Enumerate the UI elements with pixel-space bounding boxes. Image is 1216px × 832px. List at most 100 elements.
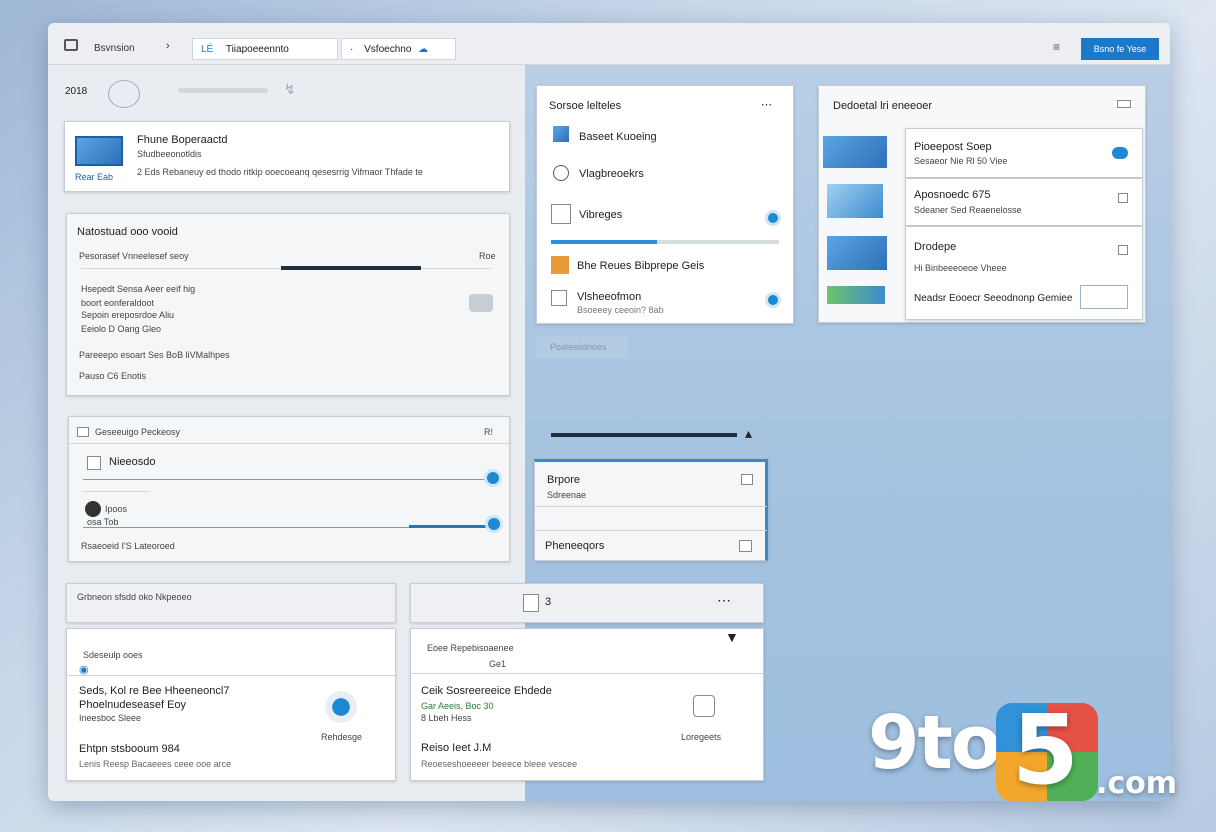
feature-card[interactable]: Rear Eab Fhune Boperaactd Sfudbeeonotldi… bbox=[64, 121, 510, 192]
toggles-separator bbox=[83, 491, 149, 492]
folder-icon bbox=[551, 256, 569, 274]
detail-footer: Reiso Ieet J.M bbox=[421, 742, 492, 754]
feature-tag: Rear Eab bbox=[75, 172, 114, 182]
toggle-knob-2[interactable] bbox=[485, 515, 503, 533]
dashboard-item-title: Aposnoedc 675 bbox=[914, 189, 991, 201]
settings-list-item: Hsepedt Sensa Aeer eeif hig bbox=[81, 284, 196, 294]
ghost-button-label: Poaleeiidnoes bbox=[550, 342, 607, 352]
detail-header: Eoee Repebisoaenee bbox=[427, 643, 514, 653]
refresh-icon[interactable] bbox=[108, 80, 140, 108]
window-menu-icon[interactable]: ≡ bbox=[1053, 40, 1060, 54]
settings-icon[interactable] bbox=[1118, 193, 1128, 203]
checkbox-icon[interactable] bbox=[77, 427, 89, 437]
dashboard-item-sub: Hi Binbeeeoeoe Vheee bbox=[914, 263, 1007, 273]
options-card: Brpore Sdreenae Pheneeqors bbox=[534, 459, 768, 561]
tab-1[interactable]: LÉ Tiiapoeeennto bbox=[192, 38, 338, 60]
search-card[interactable]: Grbneon sfsdd oko Nkpeoeo bbox=[66, 583, 396, 623]
item-checkbox[interactable] bbox=[87, 456, 101, 470]
options-divider bbox=[535, 530, 767, 531]
document-icon bbox=[551, 204, 571, 224]
watermark-five: 5 bbox=[1012, 694, 1079, 806]
file-icon bbox=[551, 290, 567, 306]
primary-action-button[interactable]: Bsno fe Yese bbox=[1081, 38, 1159, 60]
settings-title: Natostuad ooo vooid bbox=[77, 226, 178, 238]
filter-icon[interactable]: ↯ bbox=[284, 81, 296, 98]
detail-title: Ceik Sosreereeice Ehdede bbox=[421, 685, 552, 697]
avatar bbox=[85, 501, 101, 517]
tab-2[interactable]: · Vsfoechno ☁ bbox=[341, 38, 456, 60]
toggles-divider bbox=[69, 443, 509, 444]
pager-card[interactable]: 3 ⋯ bbox=[410, 583, 764, 623]
settings-slider[interactable] bbox=[281, 266, 421, 270]
profile-label: Sdeseulp ooes bbox=[83, 650, 143, 660]
radio-icon[interactable] bbox=[553, 165, 569, 181]
dashboard-thumb-4 bbox=[827, 286, 885, 304]
profile-footer: Ehtpn stsbooum 984 bbox=[79, 743, 180, 755]
profile-card[interactable]: Sdeseulp ooes ◉ Seds, Kol re Bee Hheeneo… bbox=[66, 628, 397, 781]
tab-2-label: Vsfoechno bbox=[364, 44, 412, 55]
toggles-footer: Rsaeoeid I'S Lateoroed bbox=[81, 541, 175, 551]
settings-row-2: Pareeepo esoart Ses BoB liVMalhpes bbox=[79, 350, 230, 360]
options-item-1-sub: Sdreenae bbox=[547, 490, 587, 500]
settings-row-label: Pesorasef Vnneelesef seoy bbox=[79, 251, 189, 261]
calendar-icon[interactable] bbox=[741, 474, 753, 485]
more-icon[interactable]: ⋯ bbox=[717, 592, 731, 609]
detail-card[interactable]: Eoee Repebisoaenee Ge1 ▼ Ceik Sosreereei… bbox=[410, 628, 764, 781]
window-icon[interactable] bbox=[1117, 100, 1131, 108]
dashboard-footer: Neadsr Eooecr Seeodnonp Gemiee bbox=[914, 293, 1073, 304]
toggle-knob-1[interactable] bbox=[484, 469, 502, 487]
profile-row-3: Ineesboc Sleee bbox=[79, 713, 142, 723]
service-progress-fill bbox=[551, 240, 657, 244]
dashboard-thumb-1 bbox=[823, 136, 887, 168]
search-card-label: Grbneon sfsdd oko Nkpeoeo bbox=[77, 592, 192, 602]
cursor-icon: ▴ bbox=[745, 425, 753, 441]
service-item-2[interactable]: Vlagbreoekrs bbox=[579, 168, 644, 180]
dashboard-item[interactable]: Aposnoedc 675 Sdeaner Sed Reaenelosse bbox=[905, 178, 1143, 226]
dashboard-thumb-2 bbox=[827, 184, 883, 218]
pager-label: 3 bbox=[545, 596, 552, 608]
feature-thumbnail bbox=[75, 136, 123, 166]
dashboard-item-sub: Sdeaner Sed Reaenelosse bbox=[914, 205, 1022, 215]
pane-slider[interactable] bbox=[551, 433, 737, 437]
action-input[interactable] bbox=[1080, 285, 1128, 309]
service-status-icon[interactable] bbox=[765, 292, 781, 308]
app-window: Bsvnsion › LÉ Tiiapoeeennto · Vsfoechno … bbox=[48, 23, 1170, 801]
more-icon[interactable]: ⋯ bbox=[761, 98, 772, 111]
service-item-1[interactable]: Baseet Kuoeing bbox=[579, 131, 657, 143]
toggle-track-1 bbox=[83, 479, 493, 480]
service-item-4[interactable]: Bhe Reues Bibprepe Geis bbox=[577, 260, 704, 272]
title-bar: Bsvnsion › LÉ Tiiapoeeennto · Vsfoechno … bbox=[48, 23, 1170, 65]
dropdown-icon[interactable]: › bbox=[166, 40, 170, 52]
profile-avatar[interactable] bbox=[325, 691, 357, 723]
dashboard-item-sub: Sesaeor Nie Rl 50 Viee bbox=[914, 156, 1008, 166]
settings-row-end: Roe bbox=[479, 251, 496, 261]
ghost-button[interactable]: Poaleeiidnoes bbox=[536, 336, 628, 358]
dashboard-item[interactable]: Drodepe Hi Binbeeeoeoe Vheee Neadsr Eooe… bbox=[905, 226, 1143, 320]
dashboard-item[interactable]: Pioeepost Soep Sesaeor Nie Rl 50 Viee bbox=[905, 128, 1143, 178]
profile-divider bbox=[67, 675, 397, 676]
detail-divider bbox=[411, 673, 763, 674]
settings-footer: Pauso C6 Enotis bbox=[79, 371, 147, 381]
detail-header-sub: Ge1 bbox=[489, 659, 507, 669]
image-icon[interactable] bbox=[739, 540, 752, 552]
cloud-icon bbox=[1112, 147, 1128, 159]
service-item-3[interactable]: Vibreges bbox=[579, 209, 622, 221]
settings-list-item: boort eonferaldoot bbox=[81, 298, 155, 308]
feature-description: 2 Eds Rebaneuy ed thodo ritkip ooecoeanq… bbox=[137, 167, 423, 177]
toggles-item-2: Ipoos bbox=[105, 504, 128, 514]
profile-row-2: Phoelnudeseasef Eoy bbox=[79, 699, 187, 711]
options-item-1[interactable]: Brpore bbox=[547, 474, 580, 486]
clipboard-icon[interactable] bbox=[693, 695, 715, 717]
service-status-icon[interactable] bbox=[765, 210, 781, 226]
service-item-5[interactable]: Vlsheeofmon bbox=[577, 291, 641, 303]
collapse-icon[interactable]: ▼ bbox=[725, 629, 739, 645]
detail-side-label: Loregeets bbox=[681, 732, 722, 742]
toggle-fill-2 bbox=[409, 525, 489, 528]
service-icon bbox=[553, 126, 569, 142]
settings-image-icon bbox=[469, 294, 493, 312]
options-item-2[interactable]: Pheneeqors bbox=[545, 540, 604, 552]
settings-icon[interactable] bbox=[1118, 245, 1128, 255]
toggles-item-2-sub: osa Tob bbox=[87, 517, 119, 527]
detail-footer-2: Reoeseshoeeeer beeece bleee vescee bbox=[421, 759, 578, 769]
detail-sub-2: 8 Lbeh Hess bbox=[421, 713, 472, 723]
